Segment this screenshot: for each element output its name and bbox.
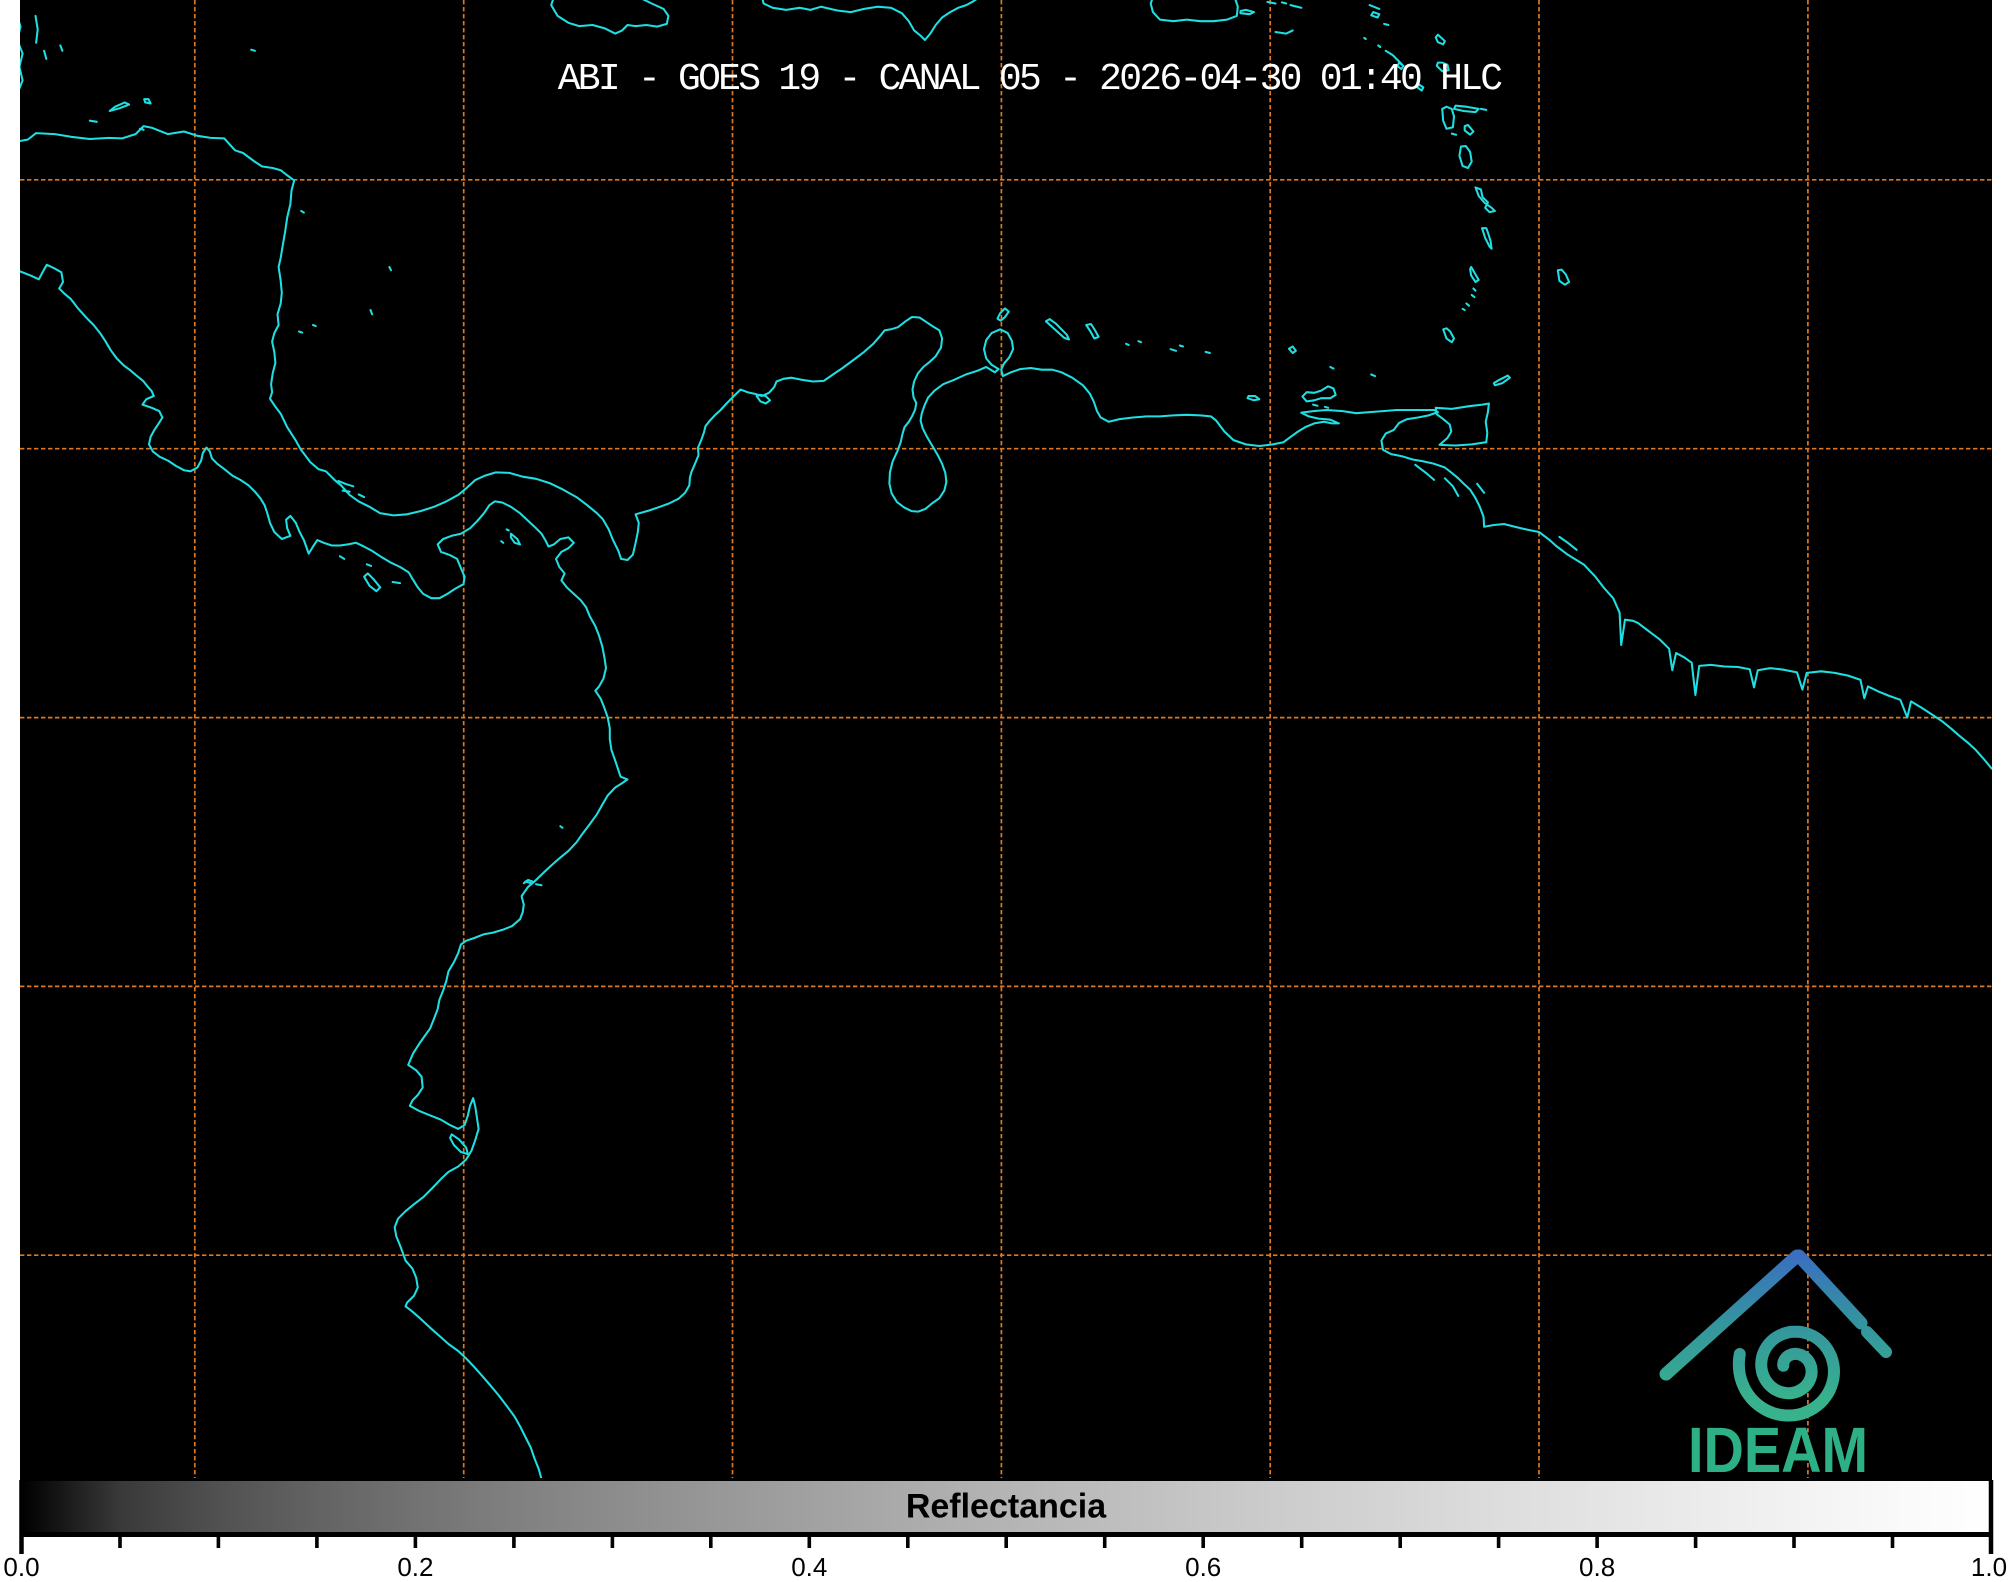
- svg-text:0.4: 0.4: [791, 1552, 827, 1577]
- svg-text:ABI - GOES 19 - CANAL 05 - 202: ABI - GOES 19 - CANAL 05 - 2026-04-30 01…: [558, 58, 1502, 101]
- svg-text:1.0: 1.0: [1971, 1552, 2007, 1577]
- svg-text:0.8: 0.8: [1579, 1552, 1615, 1577]
- svg-text:IDEAM: IDEAM: [1688, 1414, 1868, 1486]
- svg-text:0.6: 0.6: [1185, 1552, 1221, 1577]
- svg-text:0.0: 0.0: [3, 1552, 39, 1577]
- svg-text:0.2: 0.2: [397, 1552, 433, 1577]
- svg-text:Reflectancia: Reflectancia: [906, 1488, 1107, 1526]
